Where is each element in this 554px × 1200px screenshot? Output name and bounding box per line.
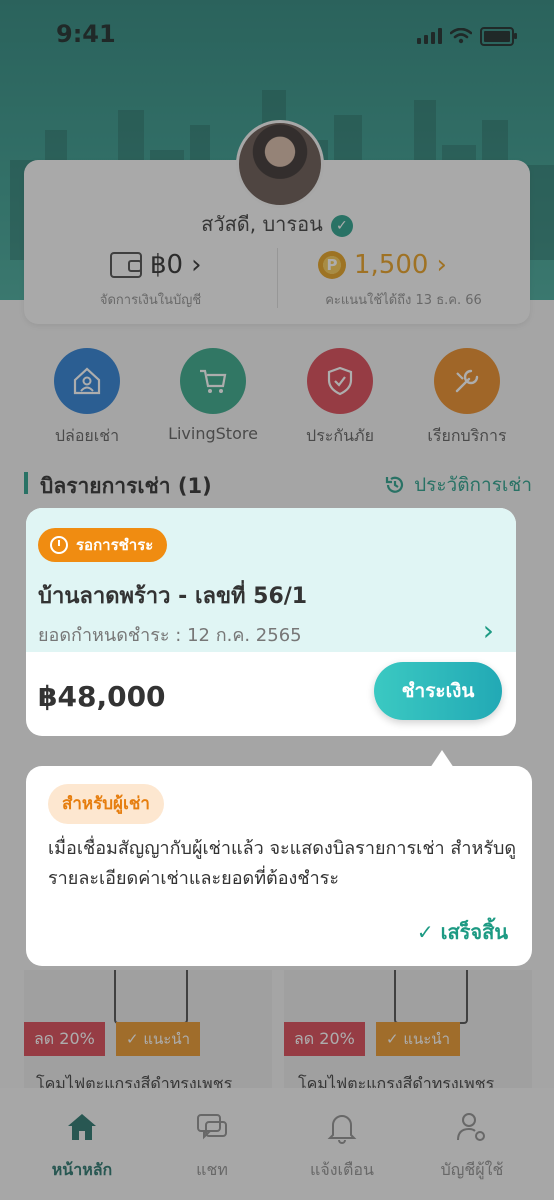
tooltip-text: เมื่อเชื่อมสัญญากับผู้เช่าแล้ว จะแสดงบิล…: [48, 838, 517, 889]
pay-button[interactable]: ชำระเงิน: [374, 662, 502, 720]
done-button[interactable]: ✓ เสร็จสิ้น: [417, 916, 508, 948]
chevron-right-icon[interactable]: ›: [483, 614, 494, 647]
bill-property-name: บ้านลาดพร้าว - เลขที่ 56/1: [38, 584, 308, 609]
rental-bill-card[interactable]: รอการชำระ บ้านลาดพร้าว - เลขที่ 56/1 ยอด…: [26, 508, 516, 736]
status-badge: รอการชำระ: [38, 528, 168, 562]
tooltip-tag: สำหรับผู้เช่า: [48, 784, 164, 824]
status-badge-label: รอการชำระ: [76, 536, 154, 554]
clock-icon: [50, 536, 68, 554]
bill-due-date: ยอดกำหนดชำระ : 12 ก.ค. 2565: [38, 625, 302, 646]
onboarding-tooltip: สำหรับผู้เช่า เมื่อเชื่อมสัญญากับผู้เช่า…: [26, 766, 532, 966]
bill-amount: ฿48,000: [38, 680, 166, 713]
